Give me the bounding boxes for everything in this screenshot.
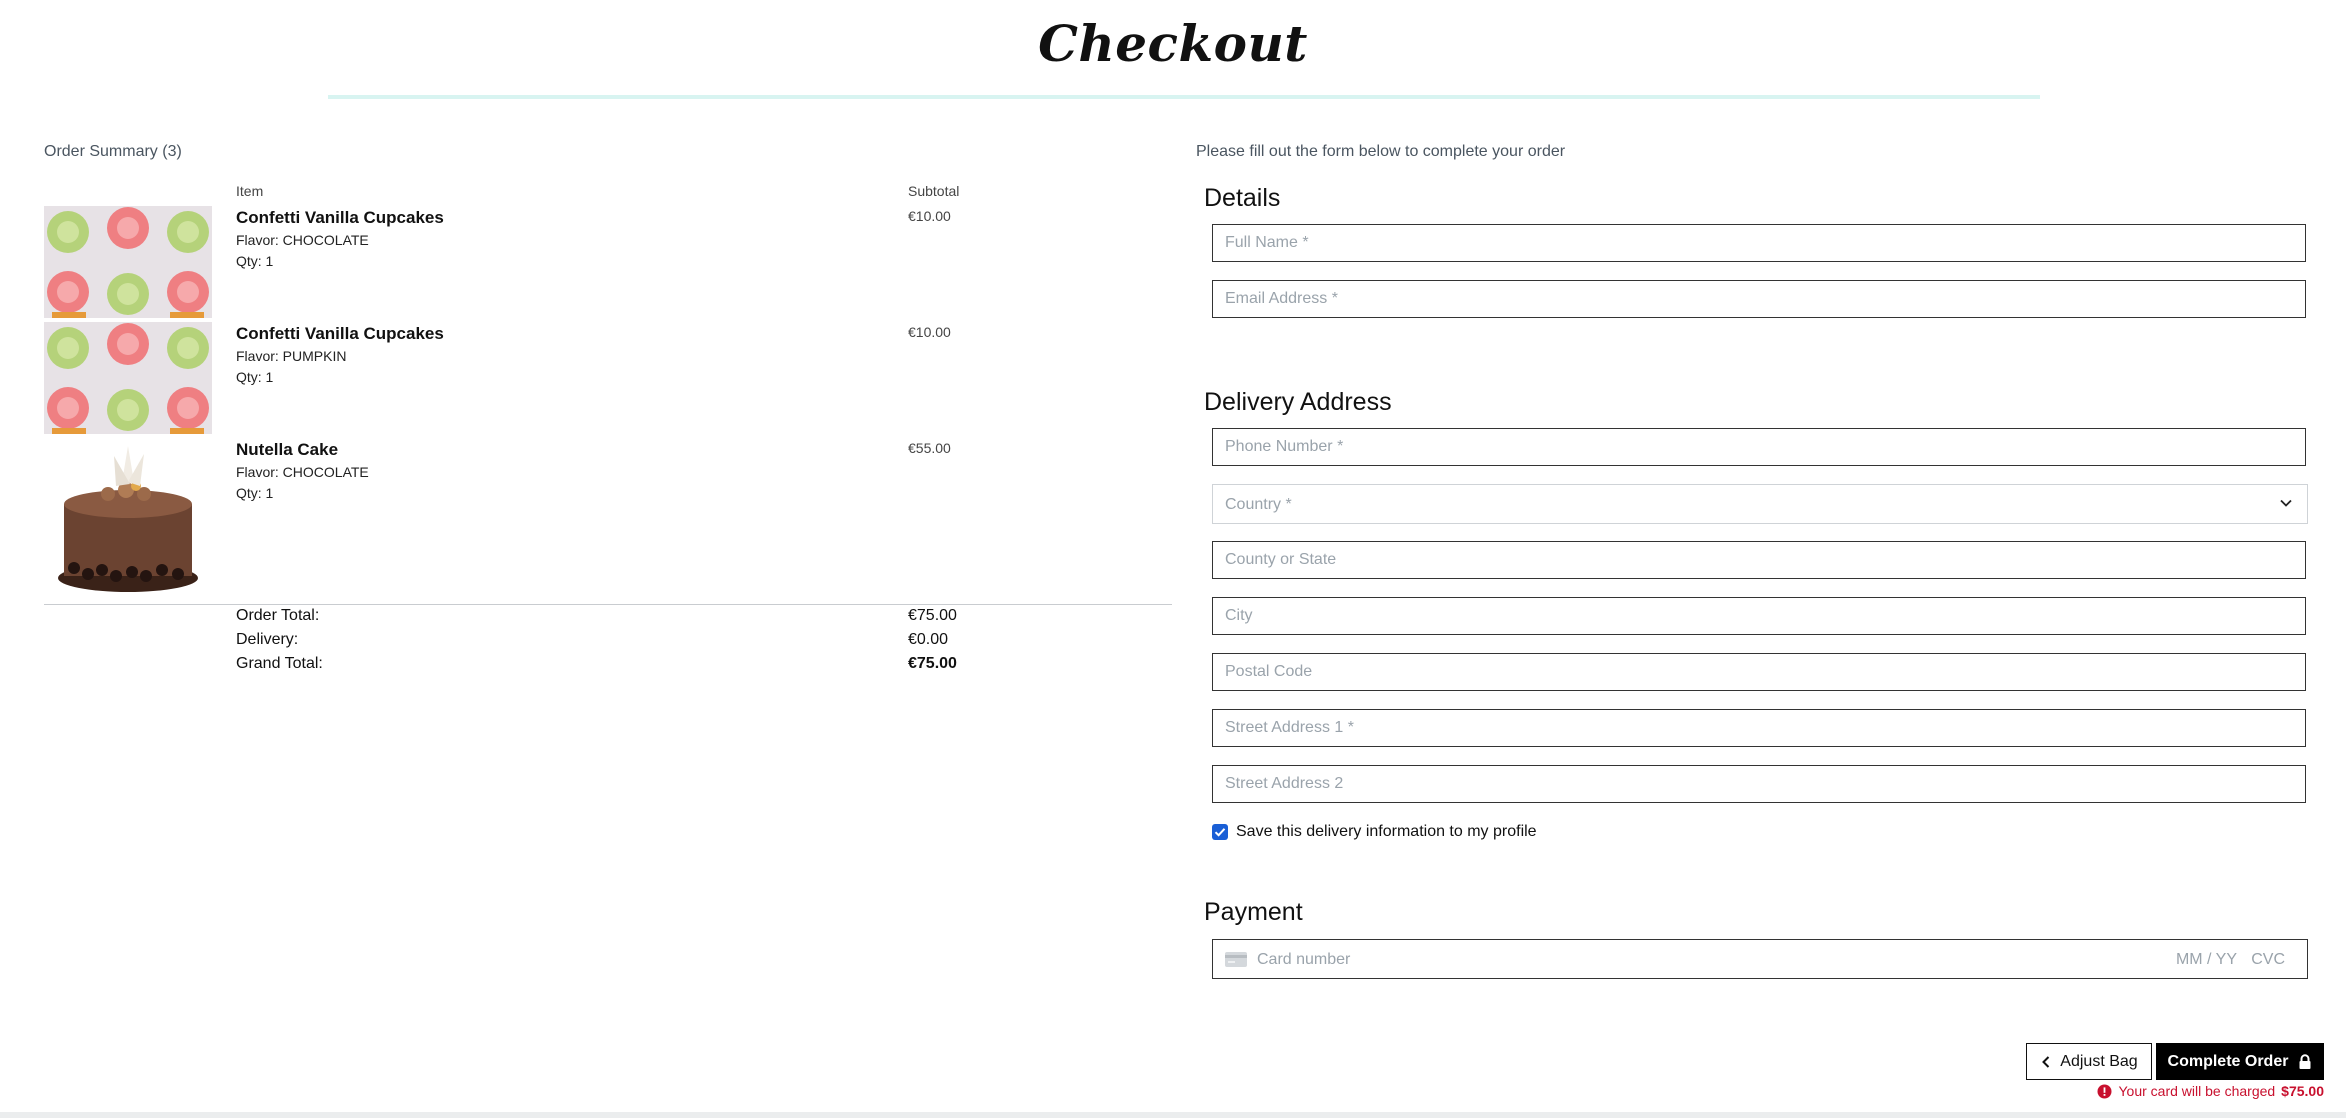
city-input[interactable] bbox=[1212, 597, 2306, 635]
grand-total-value: €75.00 bbox=[908, 655, 957, 672]
order-summary-heading: Order Summary (3) bbox=[44, 143, 182, 160]
credit-card-icon bbox=[1225, 952, 1247, 972]
full-name-input[interactable] bbox=[1212, 224, 2306, 262]
street-address-1-input[interactable] bbox=[1212, 709, 2306, 747]
item-flavor: Flavor: CHOCOLATE bbox=[236, 232, 369, 248]
product-thumbnail-cupcakes[interactable] bbox=[44, 322, 212, 434]
lock-icon bbox=[2299, 1053, 2311, 1069]
chevron-left-icon bbox=[2042, 1055, 2050, 1068]
item-name: Nutella Cake bbox=[236, 440, 339, 459]
delivery-address-heading: Delivery Address bbox=[1204, 388, 1392, 416]
card-expiry-placeholder[interactable]: MM / YY bbox=[2176, 951, 2237, 969]
page-title: Checkout bbox=[1038, 14, 1308, 73]
checkmark-icon bbox=[1214, 828, 1226, 837]
order-total-label: Order Total: bbox=[236, 607, 320, 624]
item-qty: Qty: 1 bbox=[236, 485, 274, 501]
item-price: €10.00 bbox=[908, 324, 951, 340]
item-flavor: Flavor: CHOCOLATE bbox=[236, 464, 369, 480]
payment-heading: Payment bbox=[1204, 898, 1303, 926]
country-select[interactable]: Country * bbox=[1212, 484, 2308, 524]
country-select-placeholder: Country * bbox=[1225, 496, 1292, 513]
delivery-value: €0.00 bbox=[908, 631, 949, 648]
postal-code-input[interactable] bbox=[1212, 653, 2306, 691]
summary-divider bbox=[44, 604, 1172, 605]
adjust-bag-label: Adjust Bag bbox=[2060, 1052, 2138, 1070]
complete-order-label: Complete Order bbox=[2167, 1052, 2289, 1070]
column-header-subtotal: Subtotal bbox=[908, 183, 960, 199]
details-heading: Details bbox=[1204, 184, 1281, 212]
chevron-down-icon bbox=[2279, 496, 2293, 515]
alert-circle-icon bbox=[2097, 1084, 2112, 1098]
save-info-checkbox[interactable] bbox=[1212, 824, 1228, 840]
card-number-placeholder[interactable]: Card number bbox=[1257, 951, 1350, 969]
column-header-item: Item bbox=[236, 183, 264, 199]
county-state-input[interactable] bbox=[1212, 541, 2306, 579]
grand-total-label: Grand Total: bbox=[236, 655, 323, 672]
card-element[interactable]: Card number MM / YY CVC bbox=[1212, 939, 2308, 979]
item-qty: Qty: 1 bbox=[236, 369, 274, 385]
item-name: Confetti Vanilla Cupcakes bbox=[236, 324, 444, 343]
form-intro-text: Please fill out the form below to comple… bbox=[1196, 143, 1566, 160]
item-price: €10.00 bbox=[908, 208, 951, 224]
save-info-label[interactable]: Save this delivery information to my pro… bbox=[1236, 823, 1537, 841]
item-price: €55.00 bbox=[908, 440, 951, 456]
phone-input[interactable] bbox=[1212, 428, 2306, 466]
complete-order-button[interactable]: Complete Order bbox=[2156, 1043, 2324, 1080]
title-divider bbox=[328, 95, 2040, 99]
page-footer-bar bbox=[0, 1112, 2346, 1118]
product-thumbnail-cupcakes[interactable] bbox=[44, 206, 212, 318]
delivery-label: Delivery: bbox=[236, 631, 299, 648]
adjust-bag-button[interactable]: Adjust Bag bbox=[2026, 1043, 2152, 1080]
charge-amount: $75.00 bbox=[2281, 1083, 2324, 1099]
order-total-value: €75.00 bbox=[908, 607, 957, 624]
street-address-2-input[interactable] bbox=[1212, 765, 2306, 803]
product-thumbnail-cake[interactable] bbox=[44, 438, 212, 598]
charge-notice: Your card will be charged $75.00 bbox=[2097, 1083, 2324, 1099]
item-name: Confetti Vanilla Cupcakes bbox=[236, 208, 444, 227]
item-flavor: Flavor: PUMPKIN bbox=[236, 348, 347, 364]
card-cvc-placeholder[interactable]: CVC bbox=[2251, 951, 2285, 969]
item-qty: Qty: 1 bbox=[236, 253, 274, 269]
charge-notice-text: Your card will be charged bbox=[2118, 1083, 2276, 1099]
email-input[interactable] bbox=[1212, 280, 2306, 318]
